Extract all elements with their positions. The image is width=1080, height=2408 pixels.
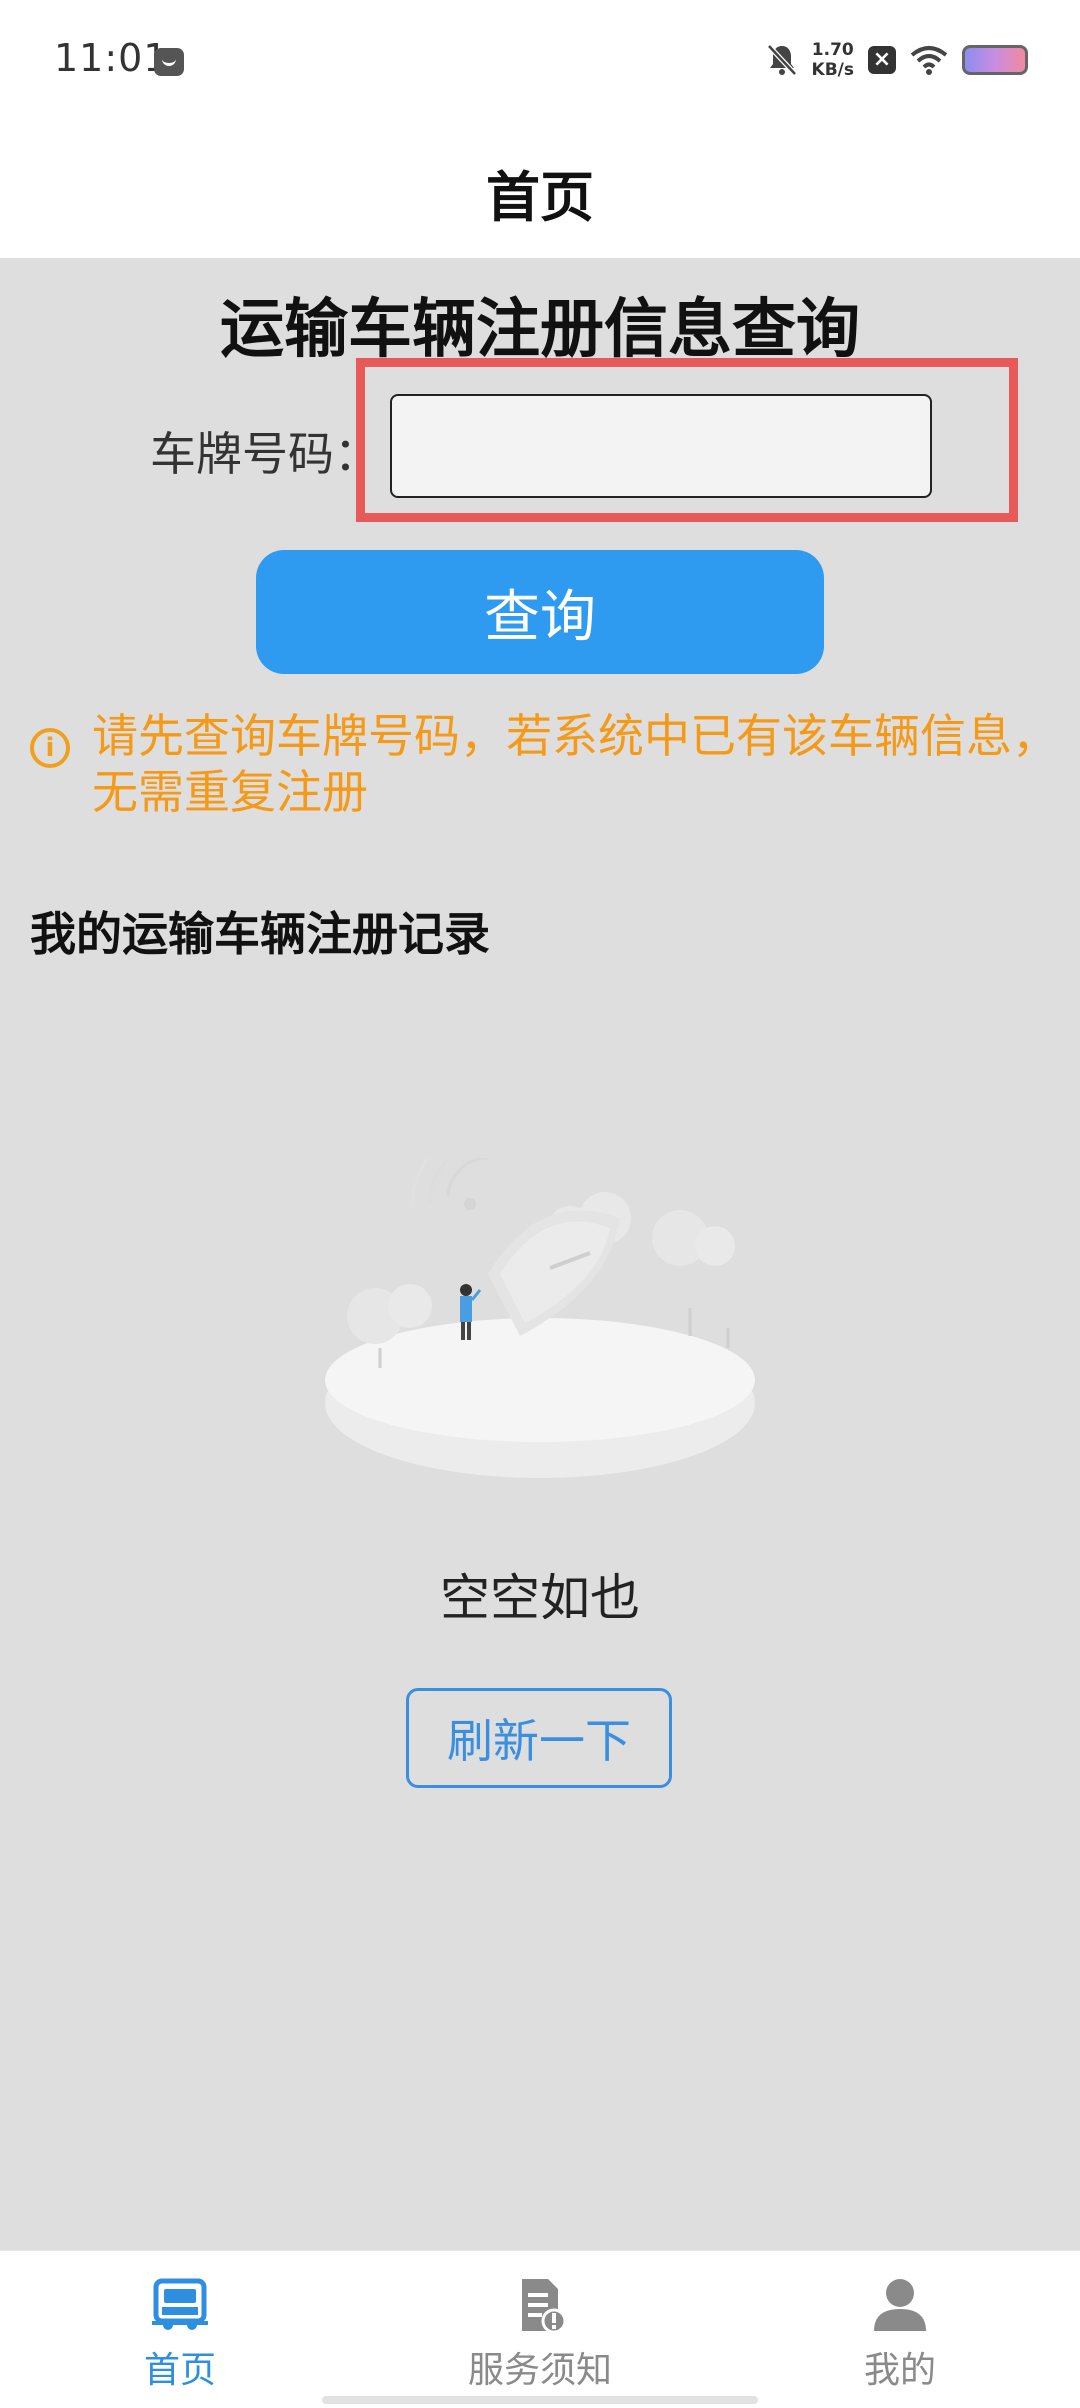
notice-text: 请先查询车牌号码，若系统中已有该车辆信息，无需重复注册 <box>92 709 1058 819</box>
message-notification-icon <box>154 48 184 76</box>
speed-value: 1.70 <box>811 40 854 60</box>
tab-mine[interactable]: 我的 <box>790 2277 1010 2393</box>
close-box-icon: × <box>868 46 896 74</box>
records-section-title: 我的运输车辆注册记录 <box>30 907 490 961</box>
empty-state-illustration <box>325 1158 755 1478</box>
plate-number-input[interactable] <box>390 394 932 498</box>
tab-home-label: 首页 <box>143 2350 216 2391</box>
navigation-bar: 首页 <box>0 126 1080 258</box>
truck-icon <box>152 2278 208 2330</box>
network-speed: 1.70 KB/s <box>812 40 854 80</box>
tab-home[interactable]: 首页 <box>70 2277 290 2393</box>
bottom-tab-bar: 首页 服务须知 我的 <box>0 2250 1080 2408</box>
page-title: 首页 <box>486 165 594 229</box>
bell-muted-icon <box>766 44 797 76</box>
status-icons: 1.70 KB/s × <box>766 40 1028 80</box>
tab-mine-label: 我的 <box>863 2350 936 2391</box>
empty-state-text: 空空如也 <box>440 1569 640 1627</box>
user-icon <box>874 2279 926 2331</box>
query-section-title: 运输车辆注册信息查询 <box>220 293 860 367</box>
plate-number-label: 车牌号码： <box>150 427 380 481</box>
wifi-icon <box>910 46 948 75</box>
status-bar: 11:01 1.70 KB/s × <box>0 0 1080 126</box>
tab-service-notice-label: 服务须知 <box>467 2350 612 2391</box>
battery-icon <box>962 45 1028 75</box>
query-notice: i 请先查询车牌号码，若系统中已有该车辆信息，无需重复注册 <box>30 708 1060 820</box>
document-alert-icon <box>522 2279 567 2333</box>
status-time: 11:01 <box>54 36 169 80</box>
tab-service-notice[interactable]: 服务须知 <box>430 2277 650 2393</box>
refresh-button[interactable]: 刷新一下 <box>406 1688 672 1788</box>
home-indicator[interactable] <box>322 2396 758 2404</box>
info-icon: i <box>30 728 70 768</box>
speed-unit: KB/s <box>811 60 854 80</box>
main-content: 运输车辆注册信息查询 车牌号码： 查询 i 请先查询车牌号码，若系统中已有该车辆… <box>0 258 1080 2250</box>
query-button[interactable]: 查询 <box>256 550 824 674</box>
